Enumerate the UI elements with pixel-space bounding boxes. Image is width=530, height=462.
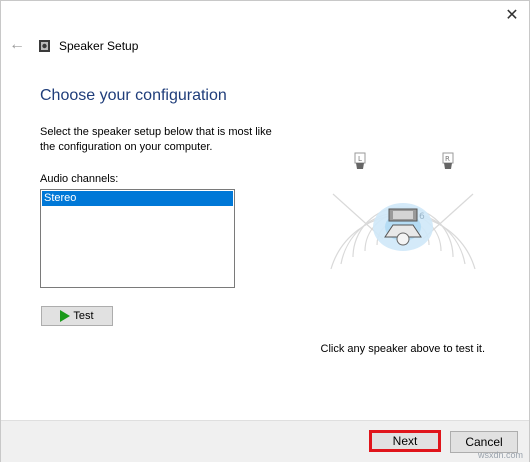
- speaker-diagram: 6 L R: [330, 152, 476, 270]
- back-arrow-icon: ←: [9, 36, 25, 53]
- watermark: wsxdn.com: [477, 450, 523, 460]
- close-icon: ✕: [505, 7, 519, 24]
- audio-channels-listbox[interactable]: Stereo: [40, 189, 235, 288]
- description-text: Select the speaker setup below that is m…: [40, 126, 272, 153]
- next-button[interactable]: Next: [369, 430, 441, 452]
- test-button[interactable]: Test: [41, 306, 113, 326]
- play-icon: [60, 310, 71, 322]
- close-button[interactable]: ✕: [495, 1, 529, 29]
- list-item-stereo[interactable]: Stereo: [42, 191, 233, 206]
- page-heading: Choose your configuration: [40, 87, 227, 104]
- footer-bar: Next Cancel wsxdn.com: [1, 420, 529, 462]
- back-button[interactable]: ←: [7, 35, 27, 55]
- test-hint-text: Click any speaker above to test it.: [320, 343, 485, 355]
- left-speaker[interactable]: L: [354, 152, 366, 169]
- speaker-setup-window: ✕ ← Speaker Setup Choose your configurat…: [0, 0, 530, 462]
- test-button-label: Test: [73, 310, 94, 322]
- svg-text:6: 6: [419, 212, 425, 222]
- left-speaker-label: L: [358, 155, 362, 163]
- audio-channels-label: Audio channels:: [40, 173, 119, 185]
- right-speaker-label: R: [445, 155, 450, 163]
- speaker-icon: [39, 40, 50, 52]
- right-speaker[interactable]: R: [442, 152, 454, 169]
- window-title: Speaker Setup: [59, 39, 139, 53]
